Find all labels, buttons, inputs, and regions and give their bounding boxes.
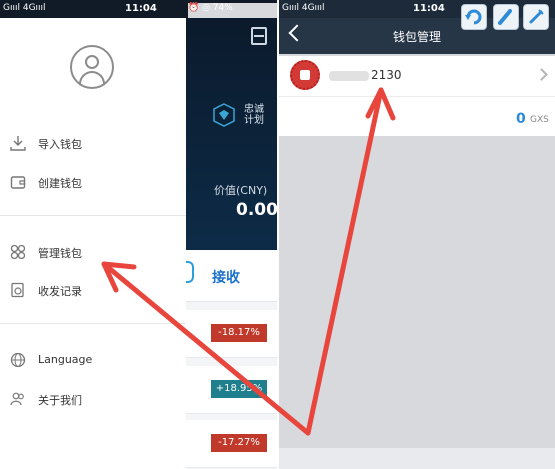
download-icon [10,136,26,151]
receive-label: 接收 [212,270,240,286]
drawer-item-records[interactable]: 收发记录 [0,280,186,302]
drawer-item-import-wallet[interactable]: 导入钱包 [0,133,186,155]
divider [0,215,186,216]
bottom-bar [279,448,555,469]
chevron-right-icon [535,68,548,81]
avatar[interactable] [70,45,114,89]
right-phone: Gıııl 4Gıııl 11:04 钱包管理 2130 0 GXS [279,0,555,469]
drawer-item-label: 收发记录 [38,285,82,298]
wallet-name-suffix: 2130 [371,68,402,82]
drawer-item-label: 创建钱包 [38,177,82,190]
wallet-icon [10,176,26,189]
left-phone: Gıııl 4Gıııl 11:04 ⏰ ◎ 74% 忠诚 计划 价值(CNY)… [0,0,277,469]
wallet-card[interactable]: 2130 0 GXS [279,56,555,136]
list-item[interactable]: -17.27% [186,420,277,468]
change-badge: +18.95% [211,380,267,398]
pen-icon[interactable] [523,4,549,30]
receive-button[interactable]: 接收 [180,250,277,302]
value-amount: 0.00 [236,200,277,220]
clock: 11:04 [125,3,157,14]
divider [0,323,186,324]
globe-icon [10,352,26,368]
refresh-icon[interactable] [461,4,487,30]
menu-icon[interactable] [251,27,267,45]
list-item[interactable]: +18.95% [186,366,277,414]
records-icon [11,282,24,298]
clock: 11:04 [413,3,445,14]
value-label: 价值(CNY) [214,184,268,197]
side-drawer: 导入钱包 创建钱包 管理钱包 收发记录 Language 关于我们 [0,18,186,469]
divider [279,96,555,97]
screenshot-root: Gıııl 4Gıııl 11:04 ⏰ ◎ 74% 忠诚 计划 价值(CNY)… [0,0,555,469]
wallet-logo-icon [290,60,320,90]
wallet-balance: 0 [516,111,526,127]
loyalty-plan-label[interactable]: 忠诚 计划 [244,104,264,126]
signal-text: Gıııl 4Gıııl [3,3,46,13]
grid-icon [10,244,26,260]
drawer-item-create-wallet[interactable]: 创建钱包 [0,172,186,194]
wallet-name: 2130 [329,68,402,82]
change-badge: -18.17% [211,324,267,342]
drawer-item-label: 关于我们 [38,394,82,407]
status-bar-left: Gıııl 4Gıııl 11:04 ⏰ ◎ 74% [0,0,277,469]
drawer-item-label: 管理钱包 [38,247,82,260]
loyalty-badge-icon[interactable] [213,103,235,127]
drawer-item-label: Language [38,353,93,366]
drawer-item-label: 导入钱包 [38,138,82,151]
change-badge: -17.27% [211,434,267,452]
users-icon [10,392,24,406]
signal-text: Gıııl 4Gıııl [282,3,325,13]
masked-text [329,70,369,81]
drawer-item-about[interactable]: 关于我们 [0,389,186,411]
wallet-unit: GXS [530,115,549,125]
drawer-item-manage-wallet[interactable]: 管理钱包 [0,242,186,264]
list-item[interactable]: -18.17% [186,310,277,358]
drawer-item-language[interactable]: Language [0,350,186,372]
edit-icon[interactable] [493,4,519,30]
